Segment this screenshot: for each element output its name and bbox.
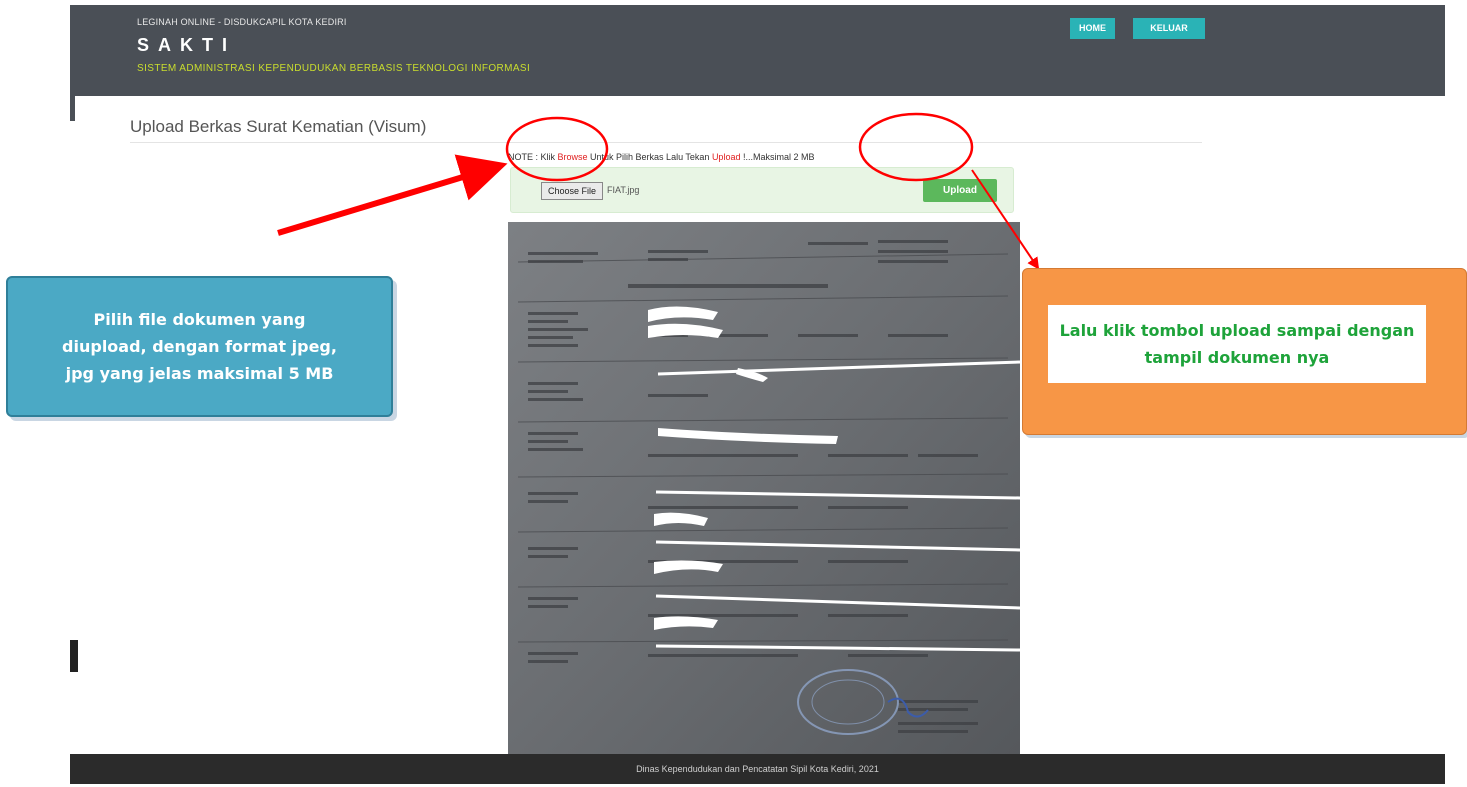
header-subtitle: LEGINAH ONLINE - DISDUKCAPIL KOTA KEDIRI xyxy=(137,17,347,27)
uploaded-document-preview xyxy=(508,222,1020,756)
callout-upload-text: Lalu klik tombol upload sampai dengan ta… xyxy=(1048,305,1426,383)
upload-note: NOTE : Klik Browse Untuk Pilih Berkas La… xyxy=(508,152,814,162)
arrow-to-browse xyxy=(277,154,508,236)
document-photo xyxy=(508,222,1020,756)
header-tagline: SISTEM ADMINISTRASI KEPENDUDUKAN BERBASI… xyxy=(137,63,531,74)
note-middle: Untuk Pilih Berkas Lalu Tekan xyxy=(587,152,712,162)
page-title: Upload Berkas Surat Kematian (Visum) xyxy=(130,117,427,136)
site-header: LEGINAH ONLINE - DISDUKCAPIL KOTA KEDIRI… xyxy=(70,5,1445,96)
selected-file-name: FIAT.jpg xyxy=(607,185,640,195)
logout-button[interactable]: KELUAR xyxy=(1133,18,1205,39)
home-button[interactable]: HOME xyxy=(1070,18,1115,39)
title-divider xyxy=(130,142,1202,143)
note-browse: Browse xyxy=(557,152,588,162)
callout-upload: Lalu klik tombol upload sampai dengan ta… xyxy=(1022,268,1467,435)
callout-choose-file-text: Pilih file dokumen yang diupload, dengan… xyxy=(62,310,337,383)
sidebar-edge-bottom xyxy=(70,640,78,672)
brand-logo[interactable]: SAKTI xyxy=(137,35,236,56)
note-suffix: !...Maksimal 2 MB xyxy=(740,152,815,162)
note-upload: Upload xyxy=(711,152,741,162)
note-prefix: NOTE : Klik xyxy=(508,152,558,162)
callout-choose-file: Pilih file dokumen yang diupload, dengan… xyxy=(6,276,393,417)
footer-text: Dinas Kependudukan dan Pencatatan Sipil … xyxy=(636,764,879,774)
upload-button[interactable]: Upload xyxy=(923,179,997,202)
upload-form: Choose File FIAT.jpg Upload xyxy=(510,167,1014,213)
sidebar-edge xyxy=(70,93,75,121)
choose-file-button[interactable]: Choose File xyxy=(541,182,603,200)
site-footer: Dinas Kependudukan dan Pencatatan Sipil … xyxy=(70,754,1445,784)
